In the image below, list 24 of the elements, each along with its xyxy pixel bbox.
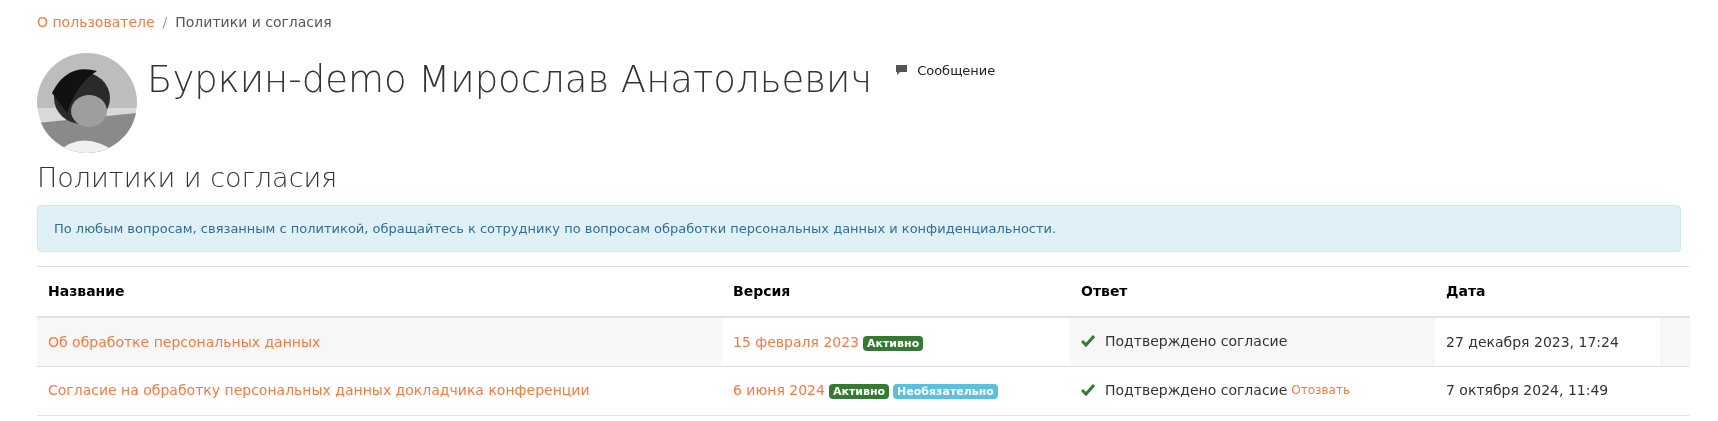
status-badge: Активно [828,384,890,400]
version-link[interactable]: 6 июня 2024 [733,382,825,399]
speech-bubble-icon [896,65,908,77]
policy-link[interactable]: Об обработке персональных данных [48,333,321,350]
user-name: Буркин-demo Мирослав Анатольевич [147,61,873,98]
policy-link[interactable]: Согласие на обработку персональных данных докладчика конференции [48,382,590,399]
status-badge: Необязательно [893,384,998,400]
column-header: Версия [722,266,1070,318]
answer-text: Подтверждено согласие [1105,380,1288,400]
info-alert: По любым вопросам, связанным с политикой, обращайтесь к сотруднику по вопросам обработки персональных данных и конфиденциальности. [37,204,1681,253]
breadcrumb-current: Политики и согласия [175,13,332,32]
answer-text: Подтверждено согласие [1105,331,1288,351]
column-header: Дата [1435,266,1660,318]
message-link[interactable]: Сообщение [896,61,996,81]
column-header: Название [37,266,722,318]
section-heading: Политики и согласия [37,161,339,195]
date-text: 27 декабря 2023, 17:24 [1446,333,1619,350]
breadcrumb-separator: / [162,13,168,32]
revoke-link[interactable]: Отозвать [1291,381,1350,399]
date-text: 7 октября 2024, 11:49 [1446,382,1609,399]
column-header: Ответ [1070,266,1435,318]
breadcrumb-link[interactable]: О пользователе [37,12,155,33]
status-badge: Активно [863,335,924,351]
version-link[interactable]: 15 февраля 2023 [733,333,859,350]
